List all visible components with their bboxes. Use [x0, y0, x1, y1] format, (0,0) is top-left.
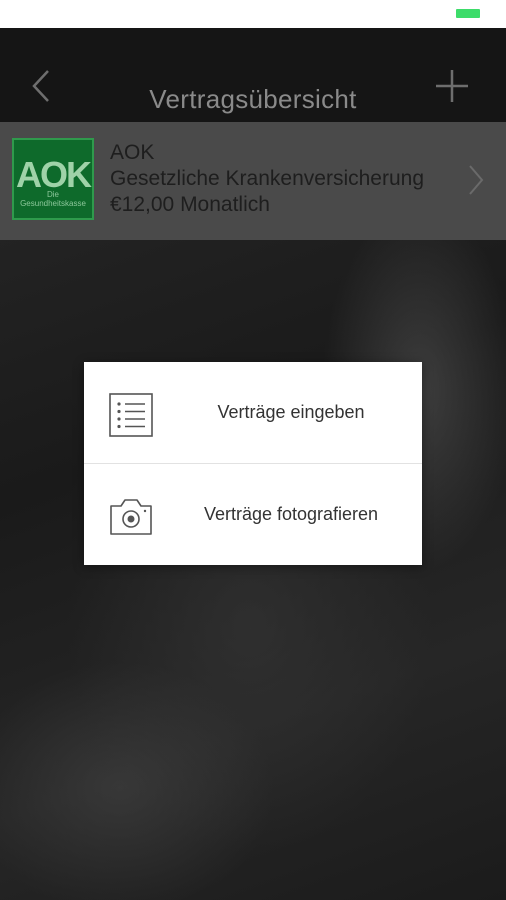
navigation-bar: Vertragsübersicht [0, 28, 506, 122]
plus-icon [436, 70, 468, 102]
camera-icon [110, 499, 152, 535]
contract-details: AOK Gesetzliche Krankenversicherung €12,… [110, 140, 424, 218]
chevron-right-icon [469, 165, 484, 195]
add-contract-button[interactable] [432, 66, 472, 106]
contract-category: Gesetzliche Krankenversicherung [110, 167, 424, 190]
contract-price: €12,00 Monatlich [110, 193, 270, 216]
aok-logo: AOK Die Gesundheitskasse [12, 138, 94, 220]
photograph-contracts-option[interactable]: Verträge fotografieren [84, 464, 422, 565]
contract-provider: AOK [110, 141, 155, 164]
enter-contracts-option[interactable]: Verträge eingeben [84, 362, 422, 464]
list-icon [109, 393, 153, 437]
contract-list-item[interactable]: AOK Die Gesundheitskasse AOK Gesetzliche… [0, 122, 506, 240]
add-contract-dialog: Verträge eingeben Verträge fotografieren [84, 362, 422, 565]
battery-icon [456, 9, 480, 18]
logo-subtext: Die Gesundheitskasse [20, 190, 86, 208]
photograph-contracts-label: Verträge fotografieren [203, 504, 379, 524]
page-title: Vertragsübersicht [149, 84, 357, 114]
status-bar [0, 0, 506, 28]
enter-contracts-label: Verträge eingeben [217, 402, 365, 422]
